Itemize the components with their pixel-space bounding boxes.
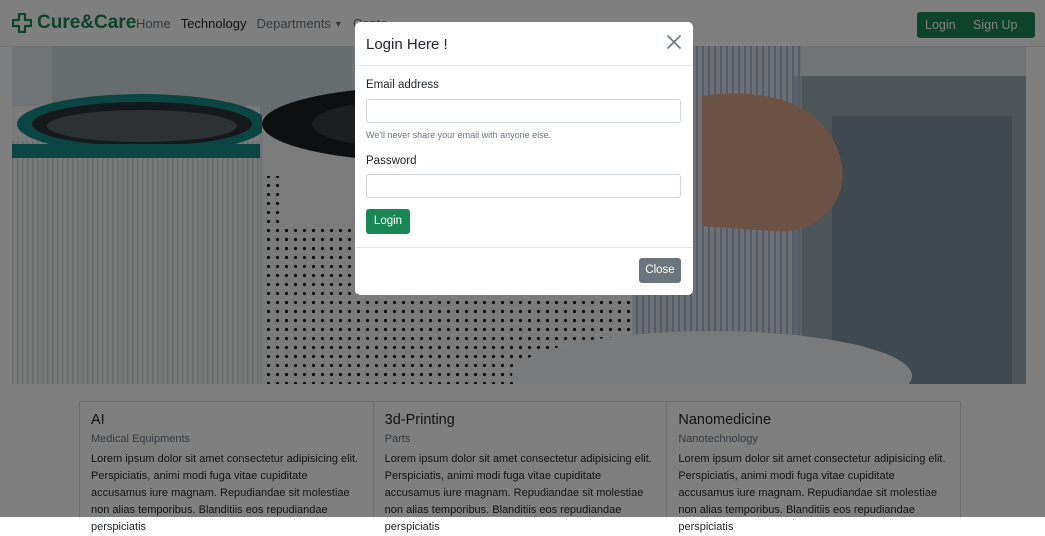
- email-help-text: We'll never share your email with anyone…: [366, 130, 552, 140]
- modal-header: Login Here !: [355, 22, 693, 66]
- password-label: Password: [366, 155, 417, 167]
- close-icon[interactable]: [665, 33, 683, 51]
- modal-login-button[interactable]: Login: [366, 209, 410, 234]
- modal-close-button[interactable]: Close: [639, 258, 681, 283]
- login-modal: Login Here ! Email address We'll never s…: [355, 22, 693, 295]
- password-field[interactable]: [366, 174, 681, 198]
- email-field[interactable]: [366, 99, 681, 123]
- modal-title: Login Here !: [366, 36, 448, 53]
- email-label: Email address: [366, 79, 439, 91]
